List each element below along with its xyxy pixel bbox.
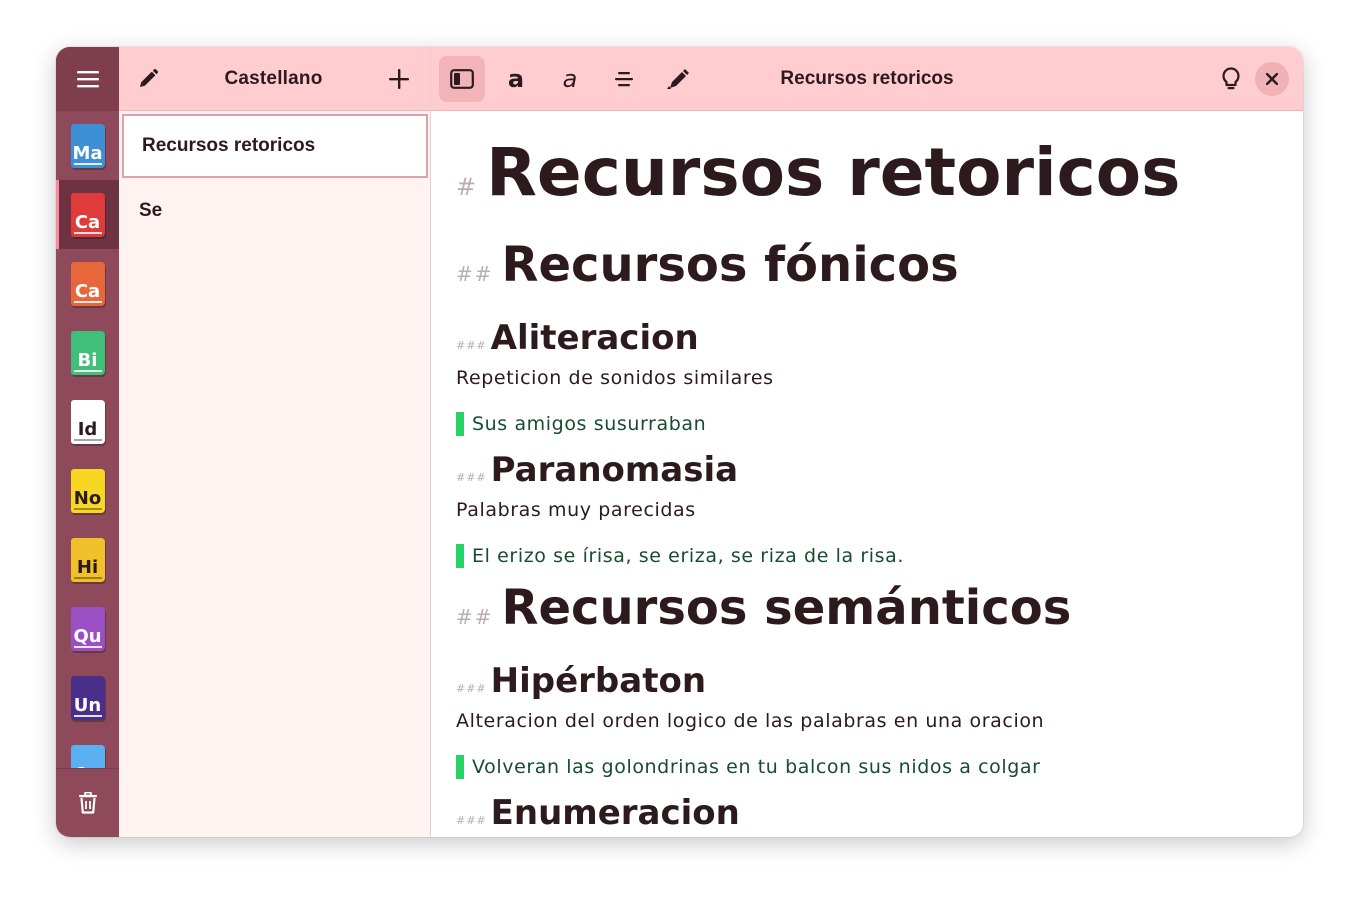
notebook-item[interactable]: Un	[56, 663, 119, 732]
hamburger-menu-icon	[76, 71, 99, 88]
heading-marker: ##	[456, 262, 494, 286]
paragraph: Alteracion del orden logico de las palab…	[456, 710, 1045, 732]
toggle-sidebar-button[interactable]	[439, 55, 485, 102]
note-item-se[interactable]: Se	[119, 178, 430, 244]
bold-icon: a	[507, 64, 525, 93]
italic-button[interactable]: a	[547, 56, 593, 102]
app-window: Ma Ca Ca Bi Id No Hi Qu Un Oo Castellano	[56, 47, 1303, 837]
heading-2: ## Recursos fónicos	[456, 235, 1277, 304]
notebook-icon: Hi	[70, 537, 105, 582]
heading-3: ### Enumeracion	[456, 793, 1277, 837]
quote-text: Sus amigos susurraban	[472, 413, 707, 435]
highlight-button[interactable]	[655, 56, 701, 102]
heading-3: ### Paranomasia	[456, 450, 1277, 498]
notebook-list: Ma Ca Ca Bi Id No Hi Qu Un Oo	[56, 111, 119, 768]
heading-marker: ###	[456, 814, 487, 827]
notebook-item[interactable]: No	[56, 456, 119, 525]
notebook-icon: Id	[70, 399, 105, 444]
notes-panel: Castellano Recursos retoricos Se	[119, 47, 431, 837]
menu-button[interactable]	[56, 47, 119, 111]
notebook-icon: Ma	[70, 123, 105, 168]
quote-bar	[456, 755, 464, 779]
note-item-label: Recursos retoricos	[142, 135, 316, 156]
notebook-item[interactable]: Ca	[56, 249, 119, 318]
heading-marker: #	[456, 173, 477, 201]
heading-marker: ##	[456, 605, 494, 629]
note-item-label: Se	[139, 200, 163, 221]
quote-bar	[456, 412, 464, 436]
heading-text: Recursos semánticos	[501, 580, 1072, 636]
note-item-recursos-retoricos[interactable]: Recursos retoricos	[122, 114, 428, 178]
heading-text: Recursos retoricos	[486, 134, 1181, 211]
close-icon	[1266, 72, 1278, 85]
italic-icon: a	[562, 64, 578, 93]
notebook-icon: Oo	[70, 744, 105, 768]
notebook-item[interactable]: Qu	[56, 594, 119, 663]
quote-text: El erizo se írisa, se eriza, se riza de …	[472, 545, 905, 567]
pencil-icon	[140, 68, 159, 87]
notebook-icon: No	[70, 468, 105, 513]
trash-button[interactable]	[56, 768, 119, 837]
lightbulb-icon	[1222, 66, 1240, 89]
heading-text: Aliteracion	[490, 318, 699, 358]
bold-button[interactable]: a	[493, 56, 539, 102]
blockquote: Sus amigos susurraban	[456, 412, 1277, 436]
quote-text: Volveran las golondrinas en tu balcon su…	[472, 756, 1041, 778]
heading-1: # Recursos retoricos	[456, 135, 1277, 225]
heading-marker: ###	[456, 339, 487, 352]
notebook-item[interactable]: Bi	[56, 318, 119, 387]
notebook-item[interactable]: Id	[56, 387, 119, 456]
notebook-icon: Ca	[70, 261, 105, 306]
sidebar-icon	[450, 68, 474, 89]
heading-2: ## Recursos semánticos	[456, 578, 1277, 647]
heading-text: Hipérbaton	[490, 661, 707, 701]
heading-text: Paranomasia	[490, 450, 739, 490]
notebook-item[interactable]: Hi	[56, 525, 119, 594]
heading-marker: ###	[456, 682, 487, 695]
heading-marker: ###	[456, 471, 487, 484]
blockquote: El erizo se írisa, se eriza, se riza de …	[456, 544, 1277, 568]
notebook-icon: Ca	[70, 192, 105, 237]
markdown-document[interactable]: # Recursos retoricos ## Recursos fónicos…	[431, 111, 1303, 837]
paragraph: Palabras muy parecidas	[456, 499, 696, 521]
trash-icon	[78, 792, 97, 814]
notebook-item[interactable]: Oo	[56, 732, 119, 768]
heading-text: Recursos fónicos	[501, 237, 959, 293]
paragraph: Repeticion de sonidos similares	[456, 367, 774, 389]
highlighter-icon	[667, 68, 689, 89]
heading-3: ### Hipérbaton	[456, 661, 1277, 709]
heading-3: ### Aliteracion	[456, 318, 1277, 366]
notebook-item[interactable]: Ca	[56, 180, 119, 249]
add-note-button[interactable]	[388, 68, 410, 90]
edit-notebook-button[interactable]	[137, 68, 159, 90]
quote-bar	[456, 544, 464, 568]
notebook-item[interactable]: Ma	[56, 111, 119, 180]
editor-pane: Recursos retoricos a a # Recursos retori…	[431, 47, 1303, 837]
editor-toolbar: Recursos retoricos a a	[431, 47, 1303, 111]
notebook-rail: Ma Ca Ca Bi Id No Hi Qu Un Oo	[56, 47, 119, 837]
strikethrough-icon	[615, 71, 633, 86]
close-button[interactable]	[1255, 61, 1289, 96]
hint-button[interactable]	[1221, 66, 1241, 91]
notebook-title: Castellano	[224, 67, 323, 89]
notes-header: Castellano	[119, 47, 430, 111]
heading-text: Enumeracion	[490, 793, 740, 833]
notebook-icon: Bi	[70, 330, 105, 375]
blockquote: Volveran las golondrinas en tu balcon su…	[456, 755, 1277, 779]
toolbar-right-group	[1221, 61, 1303, 96]
notebook-icon: Qu	[70, 606, 105, 651]
plus-icon	[389, 68, 409, 89]
notebook-icon: Un	[70, 675, 105, 720]
strikethrough-button[interactable]	[601, 56, 647, 102]
